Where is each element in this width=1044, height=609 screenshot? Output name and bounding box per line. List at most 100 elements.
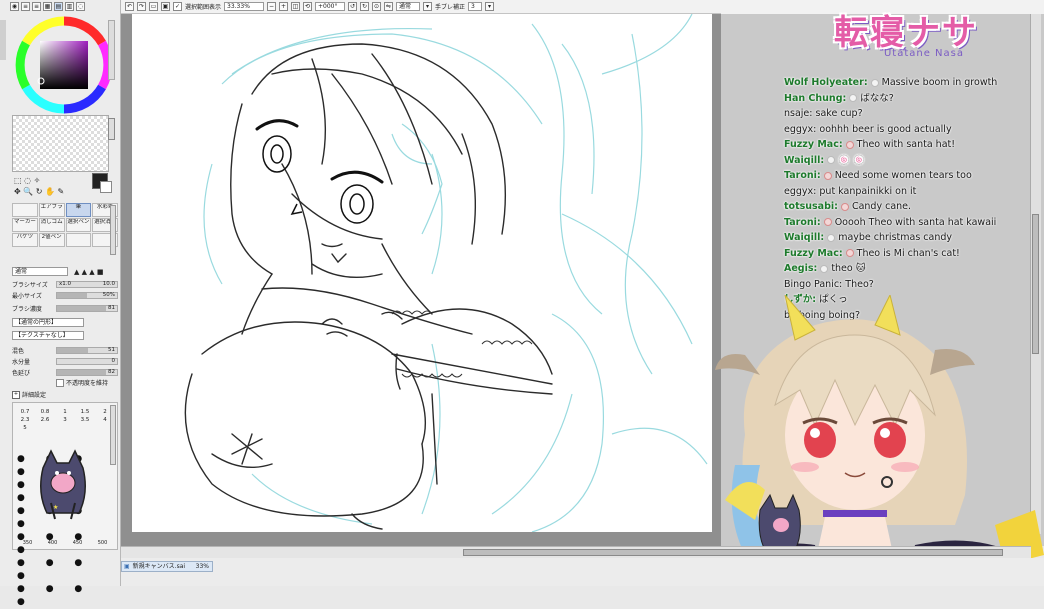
member-badge-icon <box>840 202 849 211</box>
size-cell[interactable]: 350 <box>23 540 33 546</box>
scratch-pad-icon[interactable]: ▤ <box>54 2 63 11</box>
size-cell[interactable]: 0.7 <box>15 409 35 415</box>
flip-icon[interactable]: ⇋ <box>384 2 394 11</box>
size-cell[interactable]: 450 <box>73 540 83 546</box>
blend-slider[interactable]: 51 <box>56 347 118 354</box>
density-row[interactable]: ブラシ濃度 81 <box>12 304 118 313</box>
tip-shape-icons[interactable]: ▲ ▲ ▲ ■ <box>74 268 103 276</box>
scratch-pad[interactable] <box>12 115 109 172</box>
advanced-row[interactable]: + 詳細設定 <box>12 390 118 399</box>
tool-grid-scrollbar[interactable] <box>110 205 116 255</box>
brush-size-slider[interactable]: x1.0 10.0 <box>56 281 118 288</box>
swatch-icon[interactable]: ▦ <box>43 2 52 11</box>
chat-text: Massive boom in growth <box>881 77 998 88</box>
blend-row[interactable]: 混色 51 <box>12 346 118 355</box>
lasso-icon[interactable]: ◌ <box>24 176 31 185</box>
blend-mode-select[interactable]: 通常 <box>12 267 68 276</box>
min-size-row[interactable]: 最小サイズ 50% <box>12 291 118 300</box>
size-cell[interactable]: 3 <box>55 417 75 423</box>
size-cell[interactable]: 2.6 <box>35 417 55 423</box>
brush-size-row[interactable]: ブラシサイズ x1.0 10.0 <box>12 280 118 289</box>
stabilizer-select[interactable]: 3 <box>468 2 483 11</box>
rotate-icon[interactable]: ↻ <box>36 187 43 196</box>
toolbar-redo-icon[interactable]: ↷ <box>137 2 146 11</box>
zoom-icon[interactable]: 🔍 <box>23 187 33 196</box>
mode-select[interactable]: 通常 <box>396 2 421 11</box>
selection-visible-checkbox[interactable]: ✓ <box>173 2 182 11</box>
brush-size-value: 10.0 <box>102 281 115 287</box>
tool-pen[interactable] <box>12 203 38 217</box>
tool-airbrush[interactable]: エアブラ <box>38 203 65 217</box>
brush-shape-select[interactable]: 【通常の円形】 <box>12 318 84 327</box>
brush-grid-scrollbar[interactable] <box>110 405 116 465</box>
horizontal-scroll-thumb[interactable] <box>463 549 1003 556</box>
scratch-pad-scrollbar[interactable] <box>108 118 115 140</box>
advanced-toggle-icon[interactable]: + <box>12 390 20 399</box>
document-tab[interactable]: ▣ 新規キャンバス.sai 33% <box>121 561 213 572</box>
persist-row[interactable]: 色延び 82 <box>12 368 118 377</box>
min-size-slider[interactable]: 50% <box>56 292 118 299</box>
tool-eraser[interactable]: 消しゴム <box>38 218 65 232</box>
size-cell[interactable]: 0.8 <box>35 409 55 415</box>
zoom-reset-icon[interactable]: ⟲ <box>303 2 313 11</box>
size-cell[interactable]: 3.5 <box>75 417 95 423</box>
persist-slider[interactable]: 82 <box>56 369 118 376</box>
opacity-keep-row[interactable]: 不透明度を維持 <box>56 378 120 387</box>
hsv-slider-icon[interactable]: ≡ <box>32 2 41 11</box>
background-color-swatch[interactable] <box>100 181 112 193</box>
size-cell[interactable]: 1 <box>55 409 75 415</box>
canvas-paper[interactable] <box>132 14 712 533</box>
rotate-left-icon[interactable]: ↺ <box>348 2 358 11</box>
mode-dropdown-icon[interactable]: ▾ <box>423 2 433 11</box>
rotate-right-icon[interactable]: ↻ <box>360 2 370 11</box>
angle-field[interactable]: +000° <box>315 2 346 11</box>
rgb-slider-icon[interactable]: ≡ <box>21 2 30 11</box>
toolbar-invert-select-icon[interactable]: ▣ <box>161 2 170 11</box>
eyedropper-icon[interactable]: ✎ <box>58 187 65 196</box>
tool-select-pen[interactable]: 選択ペン <box>65 218 92 232</box>
water-slider[interactable]: 0 <box>56 358 118 365</box>
toolbar-deselect-icon[interactable]: ▭ <box>149 2 158 11</box>
canvas-viewport[interactable] <box>121 14 721 546</box>
rect-select-icon[interactable]: ⬚ <box>14 176 22 185</box>
brush-tool-grid: エアブラ 筆 水彩筆 マーカー 消しゴム 選択ペン 選択消し バケツ 2値ペン <box>12 203 118 247</box>
tool-empty-1[interactable] <box>65 233 92 247</box>
zoom-fit-icon[interactable]: ◫ <box>291 2 301 11</box>
tool-binary-pen[interactable]: 2値ペン <box>38 233 65 247</box>
mixer-icon[interactable]: ◌ <box>76 2 85 11</box>
zoom-in-icon[interactable]: + <box>279 2 289 11</box>
magic-wand-icon[interactable]: ✧ <box>34 176 41 185</box>
tool-bucket[interactable]: バケツ <box>12 233 38 247</box>
chat-message: eggyx: put kanpainikki on it <box>784 184 1024 200</box>
color-wheel[interactable] <box>14 15 114 115</box>
zoom-field[interactable]: 33.33% <box>224 2 265 11</box>
panel-collapse-handle[interactable] <box>0 20 6 60</box>
blend-label: 混色 <box>12 348 25 355</box>
member-badge-icon <box>823 218 832 226</box>
chat-username: Taroni: <box>784 170 821 181</box>
size-cell[interactable]: 400 <box>48 540 58 546</box>
size-cell[interactable]: 5 <box>15 425 35 431</box>
chat-username: Taroni: <box>784 216 821 228</box>
chat-text: Candy cane. <box>851 201 912 212</box>
density-value: 81 <box>108 305 115 311</box>
size-cell[interactable]: 500 <box>98 540 108 546</box>
opacity-keep-checkbox[interactable] <box>56 378 64 387</box>
toolbar-undo-icon[interactable]: ↶ <box>125 2 134 11</box>
size-cell[interactable]: 2.3 <box>15 417 35 423</box>
zoom-out-icon[interactable]: − <box>267 2 277 11</box>
hand-icon[interactable]: ✋ <box>45 187 55 196</box>
size-cell[interactable]: 1.5 <box>75 409 95 415</box>
water-row[interactable]: 水分量 0 <box>12 357 118 366</box>
density-slider[interactable]: 81 <box>56 305 118 312</box>
rotate-reset-icon[interactable]: ⊙ <box>372 2 382 11</box>
wheel-scrollbar[interactable] <box>108 20 115 80</box>
brush-texture-select[interactable]: 【テクスチャなし】 <box>12 331 84 340</box>
stabilizer-dropdown-icon[interactable]: ▾ <box>485 2 495 11</box>
tool-marker[interactable]: マーカー <box>12 218 38 232</box>
palette-icon[interactable]: ▥ <box>65 2 74 11</box>
member-badge-icon <box>845 249 854 257</box>
move-icon[interactable]: ✥ <box>14 187 21 196</box>
tool-brush[interactable]: 筆 <box>65 203 92 217</box>
color-wheel-mode-icon[interactable]: ◉ <box>10 2 19 11</box>
